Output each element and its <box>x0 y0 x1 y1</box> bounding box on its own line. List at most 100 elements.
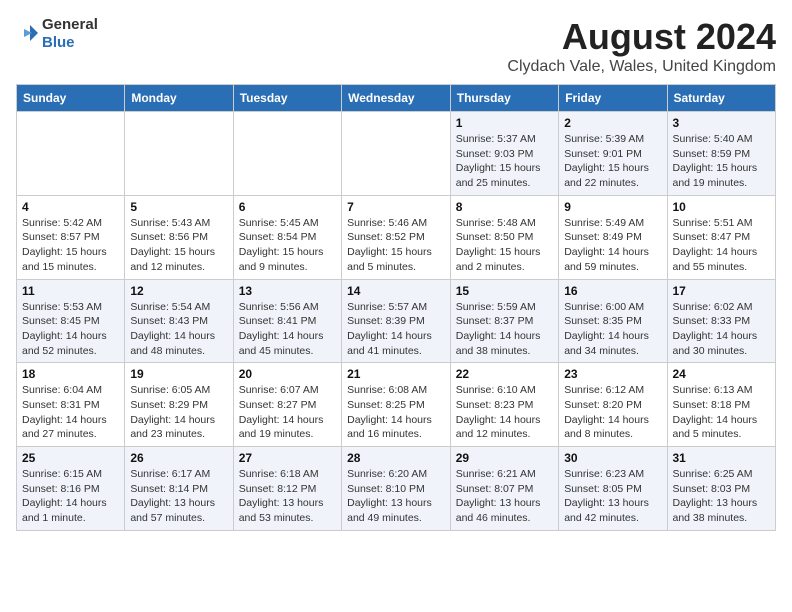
day-number: 16 <box>564 284 661 298</box>
calendar-cell: 28 Sunrise: 6:20 AM Sunset: 8:10 PM Dayli… <box>342 447 451 531</box>
calendar-cell: 7 Sunrise: 5:46 AM Sunset: 8:52 PM Daylig… <box>342 195 451 279</box>
calendar-cell: 11 Sunrise: 5:53 AM Sunset: 8:45 PM Dayli… <box>17 279 125 363</box>
calendar-cell <box>125 112 233 196</box>
calendar-cell: 30 Sunrise: 6:23 AM Sunset: 8:05 PM Dayli… <box>559 447 667 531</box>
logo: General Blue <box>16 16 98 52</box>
calendar-cell: 13 Sunrise: 5:56 AM Sunset: 8:41 PM Dayli… <box>233 279 341 363</box>
calendar-cell: 9 Sunrise: 5:49 AM Sunset: 8:49 PM Daylig… <box>559 195 667 279</box>
calendar-cell <box>17 112 125 196</box>
weekday-header-tuesday: Tuesday <box>233 85 341 112</box>
day-info: Sunrise: 5:43 AM Sunset: 8:56 PM Dayligh… <box>130 216 227 275</box>
day-number: 1 <box>456 116 553 130</box>
day-info: Sunrise: 6:21 AM Sunset: 8:07 PM Dayligh… <box>456 467 553 526</box>
calendar-cell: 4Sunrise: 5:42 AM Sunset: 8:57 PM Daylig… <box>17 195 125 279</box>
day-number: 23 <box>564 367 661 381</box>
calendar-week-5: 25 Sunrise: 6:15 AM Sunset: 8:16 PM Dayli… <box>17 447 776 531</box>
day-number: 17 <box>673 284 771 298</box>
day-info: Sunrise: 5:46 AM Sunset: 8:52 PM Dayligh… <box>347 216 445 275</box>
calendar-week-3: 11 Sunrise: 5:53 AM Sunset: 8:45 PM Dayli… <box>17 279 776 363</box>
calendar-week-2: 4Sunrise: 5:42 AM Sunset: 8:57 PM Daylig… <box>17 195 776 279</box>
day-info: Sunrise: 5:59 AM Sunset: 8:37 PM Dayligh… <box>456 300 553 359</box>
day-info: Sunrise: 5:53 AM Sunset: 8:45 PM Dayligh… <box>22 300 119 359</box>
weekday-header-monday: Monday <box>125 85 233 112</box>
day-number: 20 <box>239 367 336 381</box>
calendar-cell <box>233 112 341 196</box>
calendar-cell: 3Sunrise: 5:40 AM Sunset: 8:59 PM Daylig… <box>667 112 776 196</box>
weekday-header-row: SundayMondayTuesdayWednesdayThursdayFrid… <box>17 85 776 112</box>
day-info: Sunrise: 5:54 AM Sunset: 8:43 PM Dayligh… <box>130 300 227 359</box>
day-info: Sunrise: 5:45 AM Sunset: 8:54 PM Dayligh… <box>239 216 336 275</box>
main-title: August 2024 <box>507 16 776 58</box>
day-number: 25 <box>22 451 119 465</box>
day-info: Sunrise: 6:15 AM Sunset: 8:16 PM Dayligh… <box>22 467 119 526</box>
calendar-cell <box>342 112 451 196</box>
logo-text-blue: Blue <box>42 34 75 51</box>
day-number: 8 <box>456 200 553 214</box>
calendar-cell: 6Sunrise: 5:45 AM Sunset: 8:54 PM Daylig… <box>233 195 341 279</box>
calendar-cell: 1 Sunrise: 5:37 AM Sunset: 9:03 PM Daylig… <box>450 112 558 196</box>
calendar-cell: 2 Sunrise: 5:39 AM Sunset: 9:01 PM Daylig… <box>559 112 667 196</box>
day-info: Sunrise: 6:25 AM Sunset: 8:03 PM Dayligh… <box>673 467 771 526</box>
calendar-cell: 27Sunrise: 6:18 AM Sunset: 8:12 PM Dayli… <box>233 447 341 531</box>
day-number: 13 <box>239 284 336 298</box>
weekday-header-saturday: Saturday <box>667 85 776 112</box>
calendar-table: SundayMondayTuesdayWednesdayThursdayFrid… <box>16 84 776 531</box>
day-info: Sunrise: 6:02 AM Sunset: 8:33 PM Dayligh… <box>673 300 771 359</box>
day-info: Sunrise: 6:12 AM Sunset: 8:20 PM Dayligh… <box>564 383 661 442</box>
calendar-cell: 26 Sunrise: 6:17 AM Sunset: 8:14 PM Dayli… <box>125 447 233 531</box>
calendar-cell: 8 Sunrise: 5:48 AM Sunset: 8:50 PM Daylig… <box>450 195 558 279</box>
weekday-header-wednesday: Wednesday <box>342 85 451 112</box>
calendar-cell: 29Sunrise: 6:21 AM Sunset: 8:07 PM Dayli… <box>450 447 558 531</box>
day-info: Sunrise: 6:17 AM Sunset: 8:14 PM Dayligh… <box>130 467 227 526</box>
day-number: 11 <box>22 284 119 298</box>
day-number: 31 <box>673 451 771 465</box>
calendar-cell: 24 Sunrise: 6:13 AM Sunset: 8:18 PM Dayli… <box>667 363 776 447</box>
weekday-header-sunday: Sunday <box>17 85 125 112</box>
day-number: 30 <box>564 451 661 465</box>
day-number: 24 <box>673 367 771 381</box>
calendar-cell: 20 Sunrise: 6:07 AM Sunset: 8:27 PM Dayli… <box>233 363 341 447</box>
calendar-week-1: 1 Sunrise: 5:37 AM Sunset: 9:03 PM Daylig… <box>17 112 776 196</box>
calendar-cell: 10 Sunrise: 5:51 AM Sunset: 8:47 PM Dayli… <box>667 195 776 279</box>
day-info: Sunrise: 5:49 AM Sunset: 8:49 PM Dayligh… <box>564 216 661 275</box>
day-info: Sunrise: 6:18 AM Sunset: 8:12 PM Dayligh… <box>239 467 336 526</box>
day-info: Sunrise: 5:56 AM Sunset: 8:41 PM Dayligh… <box>239 300 336 359</box>
day-info: Sunrise: 6:00 AM Sunset: 8:35 PM Dayligh… <box>564 300 661 359</box>
day-number: 4 <box>22 200 119 214</box>
day-info: Sunrise: 6:07 AM Sunset: 8:27 PM Dayligh… <box>239 383 336 442</box>
day-info: Sunrise: 5:40 AM Sunset: 8:59 PM Dayligh… <box>673 132 771 191</box>
calendar-cell: 25 Sunrise: 6:15 AM Sunset: 8:16 PM Dayli… <box>17 447 125 531</box>
calendar-cell: 15Sunrise: 5:59 AM Sunset: 8:37 PM Dayli… <box>450 279 558 363</box>
day-info: Sunrise: 5:51 AM Sunset: 8:47 PM Dayligh… <box>673 216 771 275</box>
day-info: Sunrise: 6:20 AM Sunset: 8:10 PM Dayligh… <box>347 467 445 526</box>
calendar-cell: 18Sunrise: 6:04 AM Sunset: 8:31 PM Dayli… <box>17 363 125 447</box>
day-info: Sunrise: 5:37 AM Sunset: 9:03 PM Dayligh… <box>456 132 553 191</box>
calendar-cell: 21Sunrise: 6:08 AM Sunset: 8:25 PM Dayli… <box>342 363 451 447</box>
day-number: 14 <box>347 284 445 298</box>
title-area: August 2024 Clydach Vale, Wales, United … <box>507 16 776 76</box>
day-number: 18 <box>22 367 119 381</box>
day-number: 2 <box>564 116 661 130</box>
day-number: 22 <box>456 367 553 381</box>
calendar-cell: 12Sunrise: 5:54 AM Sunset: 8:43 PM Dayli… <box>125 279 233 363</box>
calendar-cell: 16 Sunrise: 6:00 AM Sunset: 8:35 PM Dayli… <box>559 279 667 363</box>
calendar-cell: 5Sunrise: 5:43 AM Sunset: 8:56 PM Daylig… <box>125 195 233 279</box>
day-number: 26 <box>130 451 227 465</box>
day-info: Sunrise: 5:39 AM Sunset: 9:01 PM Dayligh… <box>564 132 661 191</box>
day-info: Sunrise: 6:13 AM Sunset: 8:18 PM Dayligh… <box>673 383 771 442</box>
day-number: 9 <box>564 200 661 214</box>
calendar-cell: 22 Sunrise: 6:10 AM Sunset: 8:23 PM Dayli… <box>450 363 558 447</box>
logo-icon <box>16 23 38 45</box>
day-info: Sunrise: 6:23 AM Sunset: 8:05 PM Dayligh… <box>564 467 661 526</box>
day-info: Sunrise: 5:57 AM Sunset: 8:39 PM Dayligh… <box>347 300 445 359</box>
calendar-week-4: 18Sunrise: 6:04 AM Sunset: 8:31 PM Dayli… <box>17 363 776 447</box>
logo-text-general: General <box>42 16 98 33</box>
day-info: Sunrise: 5:48 AM Sunset: 8:50 PM Dayligh… <box>456 216 553 275</box>
day-number: 7 <box>347 200 445 214</box>
day-number: 10 <box>673 200 771 214</box>
weekday-header-friday: Friday <box>559 85 667 112</box>
day-number: 19 <box>130 367 227 381</box>
day-info: Sunrise: 6:08 AM Sunset: 8:25 PM Dayligh… <box>347 383 445 442</box>
day-info: Sunrise: 6:10 AM Sunset: 8:23 PM Dayligh… <box>456 383 553 442</box>
day-number: 28 <box>347 451 445 465</box>
